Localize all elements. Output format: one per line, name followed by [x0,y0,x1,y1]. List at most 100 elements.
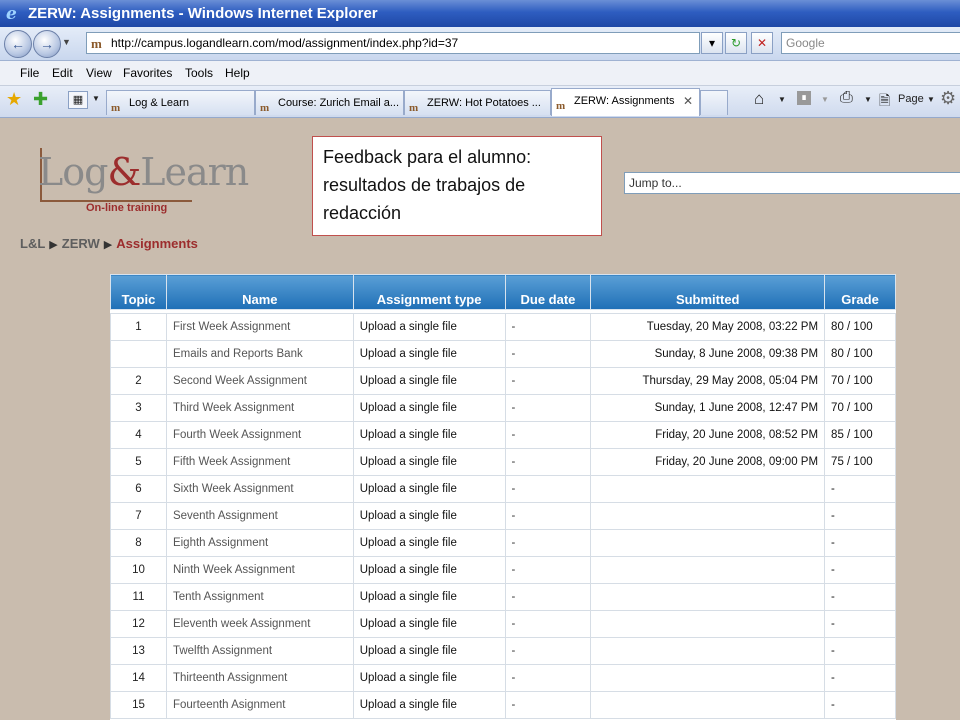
menu-tools[interactable]: Tools [185,61,213,85]
assignment-type-cell: Upload a single file [352,340,506,368]
assignment-name-link[interactable]: Seventh Assignment [165,502,354,530]
annotation-text: Feedback para el alumno: resultados de t… [323,147,532,223]
due-date-cell: - [504,394,592,422]
breadcrumb-course[interactable]: ZERW [62,236,100,251]
menu-file[interactable]: File [20,61,39,85]
tab-course-zurich[interactable]: m Course: Zurich Email a... [255,90,404,115]
feeds-icon[interactable]: ∎ [797,91,811,105]
ie-logo-icon: e [6,4,17,22]
header-due-date[interactable]: Due date [504,274,592,310]
assignment-name-link[interactable]: Fourteenth Asignment [165,691,354,719]
due-date-cell: - [504,340,592,368]
due-date-cell: - [504,367,592,395]
tab-log-learn[interactable]: m Log & Learn [106,90,255,115]
submitted-cell: Friday, 20 June 2008, 08:52 PM [590,421,826,449]
assignment-name-link[interactable]: Fifth Week Assignment [165,448,354,476]
tools-gear-icon[interactable]: ⚙ [940,88,956,109]
assignment-type-cell: Upload a single file [352,556,506,584]
table-row: 8 Eighth Assignment Upload a single file - - [110,529,896,557]
assignment-name-link[interactable]: Fourth Week Assignment [165,421,354,449]
assignments-table-wrap: Topic Name Assignment type Due date Subm… [110,274,896,720]
grade-cell: 80 / 100 [824,340,896,368]
quick-tabs-icon[interactable]: ▦ [68,91,88,109]
menu-favorites[interactable]: Favorites [123,61,172,85]
topic-cell: 13 [110,637,167,665]
header-grade[interactable]: Grade [824,274,896,310]
tab-close-icon[interactable]: ✕ [683,89,693,113]
topic-cell: 10 [110,556,167,584]
forward-button[interactable]: → [33,30,61,58]
site-logo[interactable]: Log&Learn On-line training [34,146,249,218]
due-date-cell: - [504,475,592,503]
header-label: Name [242,292,278,307]
breadcrumb-home[interactable]: L&L [20,236,45,251]
assignment-type-cell: Upload a single file [352,421,506,449]
address-bar[interactable]: m http://campus.logandlearn.com/mod/assi… [86,32,700,54]
favorites-star-icon[interactable]: ★ [6,89,22,110]
print-dropdown-icon[interactable]: ▼ [864,95,872,104]
topic-cell: 11 [110,583,167,611]
table-header-row: Topic Name Assignment type Due date Subm… [110,274,896,310]
logo-wordmark: Log&Learn [38,150,249,194]
home-dropdown-icon[interactable]: ▼ [778,95,786,104]
add-favorite-icon[interactable]: ✚ [33,89,48,110]
print-icon[interactable]: ⎙ [840,89,853,107]
table-row: Emails and Reports Bank Upload a single f… [110,340,896,368]
submitted-cell [590,529,826,557]
assignment-name-link[interactable]: Eleventh week Assignment [165,610,354,638]
menu-help[interactable]: Help [225,61,250,85]
tab-list-dropdown-icon[interactable]: ▼ [92,94,100,103]
due-date-cell: - [504,448,592,476]
stop-button[interactable]: ✕ [751,32,773,54]
history-dropdown-icon[interactable]: ▼ [62,37,71,47]
assignment-type-cell: Upload a single file [352,664,506,692]
menu-view[interactable]: View [86,61,112,85]
page-icon[interactable]: 🗎 [879,90,890,114]
assignment-name-link[interactable]: Twelfth Assignment [165,637,354,665]
header-name[interactable]: Name [165,274,354,310]
address-dropdown-button[interactable]: ▾ [701,32,723,54]
header-label: Due date [520,292,576,307]
grade-cell: 70 / 100 [824,394,896,422]
tab-assignments[interactable]: m ZERW: Assignments ✕ [551,88,700,116]
tab-label: ZERW: Assignments [574,95,675,107]
assignment-type-cell: Upload a single file [352,610,506,638]
assignment-name-link[interactable]: Tenth Assignment [165,583,354,611]
assignment-name-link[interactable]: Second Week Assignment [165,367,354,395]
table-row: 4 Fourth Week Assignment Upload a single f… [110,421,896,449]
assignment-type-cell: Upload a single file [352,367,506,395]
grade-cell: 80 / 100 [824,313,896,341]
page-menu-button[interactable]: Page [898,93,924,105]
header-topic[interactable]: Topic [110,274,167,310]
header-submitted[interactable]: Submitted [590,274,826,310]
assignment-name-link[interactable]: Ninth Week Assignment [165,556,354,584]
assignment-name-link[interactable]: First Week Assignment [165,313,354,341]
home-icon[interactable]: ⌂ [754,89,764,109]
refresh-button[interactable]: ↻ [725,32,747,54]
topic-cell: 8 [110,529,167,557]
assignment-name-link[interactable]: Sixth Week Assignment [165,475,354,503]
assignment-name-link[interactable]: Third Week Assignment [165,394,354,422]
table-row: 1 First Week Assignment Upload a single fi… [110,313,896,341]
jump-to-select[interactable]: Jump to... [624,172,960,194]
assignment-name-link[interactable]: Eighth Assignment [165,529,354,557]
back-button[interactable]: ← [4,30,32,58]
tab-hot-potatoes[interactable]: m ZERW: Hot Potatoes ... [404,90,551,115]
menu-edit[interactable]: Edit [52,61,73,85]
header-assignment-type[interactable]: Assignment type [352,274,506,310]
due-date-cell: - [504,583,592,611]
tab-label: ZERW: Hot Potatoes ... [427,97,541,109]
topic-cell: 2 [110,367,167,395]
submitted-cell: Thursday, 29 May 2008, 05:04 PM [590,367,826,395]
assignment-name-link[interactable]: Emails and Reports Bank [165,340,354,368]
search-input[interactable]: Google [781,32,960,54]
tab-label: Log & Learn [129,97,189,109]
assignment-name-link[interactable]: Thirteenth Assignment [165,664,354,692]
grade-cell: - [824,475,896,503]
page-dropdown-icon[interactable]: ▼ [927,95,935,104]
new-tab-button[interactable] [700,90,728,115]
feeds-dropdown-icon[interactable]: ▼ [821,95,829,104]
breadcrumb-separator-icon: ▶ [103,239,113,251]
address-row: ← → ▼ m http://campus.logandlearn.com/mo… [0,27,960,61]
tab-favicon-icon: m [260,102,270,114]
